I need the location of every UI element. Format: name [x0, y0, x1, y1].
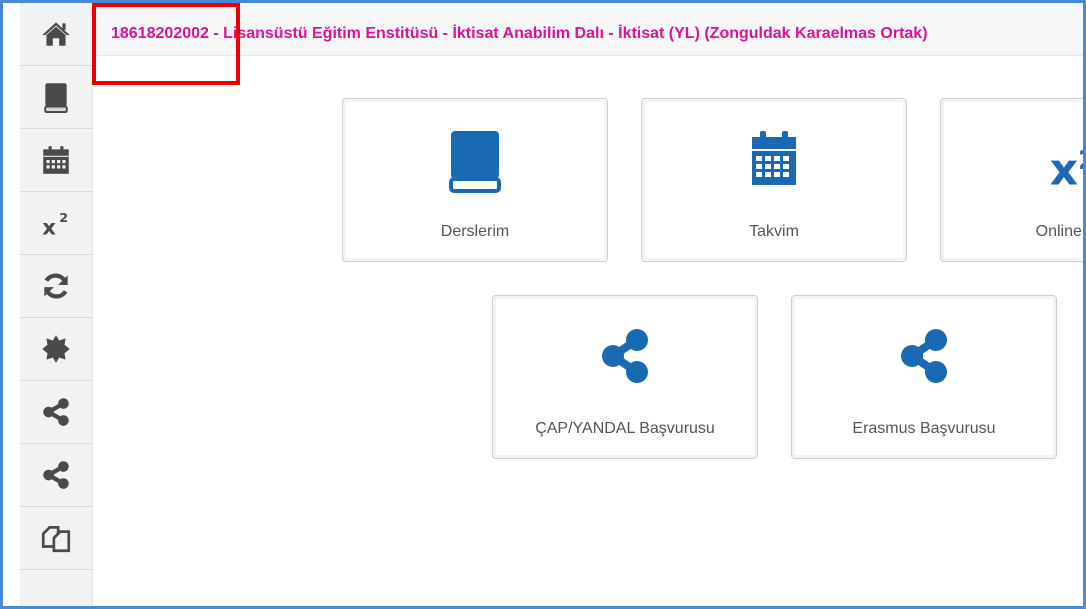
- book-icon: [44, 83, 68, 113]
- superscript-icon: x2: [1049, 144, 1083, 196]
- tile-online-sinav[interactable]: x2 Online Sın: [940, 98, 1083, 262]
- sidebar-item-share-2[interactable]: [20, 444, 92, 507]
- sidebar-item-refresh[interactable]: [20, 255, 92, 318]
- tile-label: Erasmus Başvurusu: [852, 420, 996, 437]
- svg-text:2: 2: [59, 211, 68, 226]
- share-icon: [43, 398, 69, 426]
- tile-cap-yandal[interactable]: ÇAP/YANDAL Başvurusu: [492, 295, 758, 459]
- superscript-icon: x 2: [42, 211, 68, 240]
- svg-text:x: x: [42, 216, 56, 240]
- refresh-icon: [44, 273, 68, 299]
- sidebar-item-share-1[interactable]: [20, 381, 92, 444]
- sidebar-item-documents[interactable]: [20, 507, 92, 570]
- tile-erasmus[interactable]: Erasmus Başvurusu: [791, 295, 1057, 459]
- sidebar-item-home[interactable]: [20, 3, 92, 66]
- badge-icon: [42, 335, 70, 363]
- header-bar: 18618202002 - Lisansüstü Eğitim Enstitüs…: [93, 3, 1083, 56]
- share-icon: [43, 461, 69, 489]
- tile-label: Online Sın: [1035, 223, 1083, 240]
- calendar-icon: [752, 131, 796, 185]
- tile-takvim[interactable]: Takvim: [641, 98, 907, 262]
- book-icon: [449, 131, 501, 193]
- home-icon: [42, 22, 70, 46]
- app-frame: x 2 18618202002 - Lisansüstü Eğitim Enst…: [0, 0, 1086, 609]
- highlight-box: [92, 3, 240, 85]
- sidebar-item-badge[interactable]: [20, 318, 92, 381]
- share-icon: [901, 329, 947, 383]
- tile-label: Takvim: [749, 223, 799, 240]
- sidebar-item-online-exam[interactable]: x 2: [20, 192, 92, 255]
- calendar-icon: [43, 146, 69, 174]
- share-icon: [602, 329, 648, 383]
- tile-label: Derslerim: [440, 223, 510, 240]
- sidebar: x 2: [20, 3, 93, 606]
- tile-derslerim[interactable]: Derslerim: [342, 98, 608, 262]
- sidebar-item-calendar[interactable]: [20, 129, 92, 192]
- sidebar-item-courses[interactable]: [20, 66, 92, 129]
- tile-label: ÇAP/YANDAL Başvurusu: [535, 420, 715, 437]
- copy-icon: [41, 526, 71, 553]
